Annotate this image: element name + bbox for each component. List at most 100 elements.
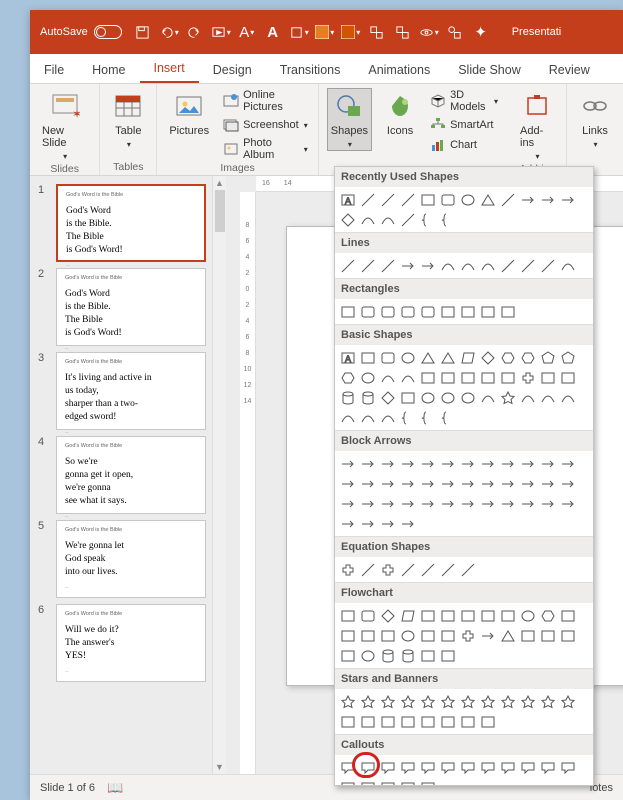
scroll-down-icon[interactable]: ▼ [213, 760, 226, 774]
shape-item[interactable] [499, 389, 516, 406]
shape-item[interactable] [439, 257, 456, 274]
shape-item[interactable] [399, 693, 416, 710]
shape-item[interactable] [539, 369, 556, 386]
shape-item[interactable] [539, 495, 556, 512]
screenshot-button[interactable]: Screenshot▾ [221, 116, 310, 134]
shape-item[interactable] [399, 713, 416, 730]
shape-item[interactable] [379, 779, 396, 786]
shape-item[interactable] [419, 779, 436, 786]
shape-item[interactable] [359, 759, 376, 776]
shapes-button[interactable]: Shapes▾ [327, 88, 372, 151]
shape-item[interactable] [459, 303, 476, 320]
color2-icon[interactable]: ▾ [340, 21, 362, 43]
shape-item[interactable] [379, 515, 396, 532]
shape-item[interactable] [559, 257, 576, 274]
shape-item[interactable] [499, 693, 516, 710]
shape-item[interactable] [479, 303, 496, 320]
pictures-button[interactable]: Pictures [165, 88, 213, 139]
addins-button[interactable]: Add-ins▾ [516, 88, 558, 163]
shape-item[interactable] [399, 349, 416, 366]
shape-item[interactable] [439, 349, 456, 366]
shape-item[interactable] [359, 257, 376, 274]
shape-item[interactable] [359, 627, 376, 644]
shape-item[interactable] [459, 759, 476, 776]
shape-item[interactable]: A [339, 349, 356, 366]
group2-icon[interactable] [392, 21, 414, 43]
shape-item[interactable] [419, 257, 436, 274]
shape-item[interactable] [499, 369, 516, 386]
shape-item[interactable] [539, 191, 556, 208]
shape-item[interactable] [379, 349, 396, 366]
thumb-row[interactable]: 6God's Word is the BibleWill we do it?Th… [30, 604, 212, 682]
shape-item[interactable] [339, 693, 356, 710]
shape-item[interactable] [439, 713, 456, 730]
shape-item[interactable] [339, 369, 356, 386]
shape-item[interactable] [339, 211, 356, 228]
icons-button[interactable]: Icons [380, 88, 420, 139]
shape-item[interactable] [359, 607, 376, 624]
shape-item[interactable] [439, 495, 456, 512]
shape-item[interactable] [419, 409, 436, 426]
shape-item[interactable] [339, 515, 356, 532]
shape-item[interactable] [459, 257, 476, 274]
shape-item[interactable] [519, 495, 536, 512]
shape-item[interactable] [339, 779, 356, 786]
shape-item[interactable] [479, 759, 496, 776]
shape-item[interactable] [439, 475, 456, 492]
shape-item[interactable] [479, 349, 496, 366]
shape-item[interactable] [559, 389, 576, 406]
shape-item[interactable] [499, 607, 516, 624]
font-icon[interactable]: A▾ [236, 21, 258, 43]
shape-item[interactable] [399, 561, 416, 578]
shape-item[interactable] [519, 257, 536, 274]
spellcheck-icon[interactable]: 📖 [107, 780, 123, 796]
shape-item[interactable] [359, 713, 376, 730]
shape-item[interactable] [399, 211, 416, 228]
shape-item[interactable] [439, 693, 456, 710]
shape-item[interactable] [339, 409, 356, 426]
slide-thumb[interactable]: God's Word is the BibleWill we do it?The… [56, 604, 206, 682]
tab-slideshow[interactable]: Slide Show [444, 57, 535, 83]
shape-item[interactable] [439, 303, 456, 320]
shape-item[interactable] [559, 759, 576, 776]
shapes-qat-icon[interactable] [444, 21, 466, 43]
shape-item[interactable] [359, 191, 376, 208]
shape-item[interactable] [379, 495, 396, 512]
shape-item[interactable] [499, 759, 516, 776]
shape-item[interactable] [519, 369, 536, 386]
shape-item[interactable] [559, 455, 576, 472]
shape-item[interactable] [499, 349, 516, 366]
thumb-row[interactable]: 4God's Word is the BibleSo we'regonna ge… [30, 436, 212, 514]
shape-item[interactable] [399, 779, 416, 786]
shape-item[interactable] [479, 693, 496, 710]
shape-item[interactable] [419, 561, 436, 578]
thumb-row[interactable]: 5God's Word is the BibleWe're gonna letG… [30, 520, 212, 598]
slide-thumb[interactable]: God's Word is the BibleIt's living and a… [56, 352, 206, 430]
shape-item[interactable] [359, 475, 376, 492]
shape-item[interactable] [479, 191, 496, 208]
shape-item[interactable] [379, 191, 396, 208]
shape-item[interactable] [459, 561, 476, 578]
shape-item[interactable] [539, 455, 556, 472]
shape-item[interactable] [519, 759, 536, 776]
tab-design[interactable]: Design [199, 57, 266, 83]
shape-item[interactable] [519, 191, 536, 208]
shape-item[interactable]: A [339, 191, 356, 208]
shape-item[interactable] [539, 475, 556, 492]
shape-item[interactable] [419, 475, 436, 492]
tab-transitions[interactable]: Transitions [266, 57, 355, 83]
shape-item[interactable] [419, 191, 436, 208]
shape-item[interactable] [519, 389, 536, 406]
shape-item[interactable] [399, 607, 416, 624]
shape-item[interactable] [399, 303, 416, 320]
shape-item[interactable] [439, 561, 456, 578]
shape-item[interactable] [379, 693, 396, 710]
shape-item[interactable] [539, 627, 556, 644]
smartart-button[interactable]: SmartArt [428, 116, 500, 134]
shape-item[interactable] [439, 759, 456, 776]
shape-item[interactable] [339, 607, 356, 624]
shape-item[interactable] [339, 647, 356, 664]
shape-item[interactable] [439, 647, 456, 664]
shape-item[interactable] [559, 495, 576, 512]
shape-item[interactable] [499, 495, 516, 512]
